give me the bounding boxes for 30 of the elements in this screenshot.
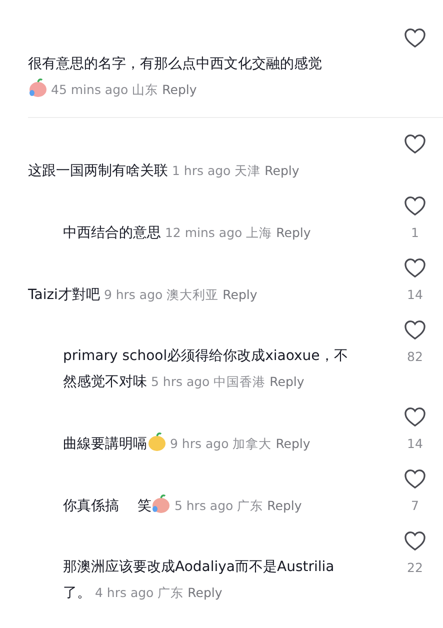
reply-link[interactable]: Reply	[270, 374, 304, 389]
comment-text: 这跟一国两制有啥关联 1 hrs ago 天津 Reply	[28, 163, 300, 179]
reply-link[interactable]: Reply	[222, 287, 258, 302]
like-heart-icon[interactable]	[404, 196, 426, 216]
like-heart-icon[interactable]	[404, 320, 426, 340]
comment-text: primary school必须得给你改成xiaoxue，不然感觉不对味 5 hrs ago 中国香港 Reply	[63, 348, 348, 390]
like-count: 82	[407, 348, 423, 366]
like-heart-icon[interactable]	[404, 134, 426, 154]
reply-link[interactable]: Reply	[188, 585, 222, 600]
like-count: 1	[411, 224, 419, 242]
like-count: 7	[411, 497, 419, 515]
like-count: 14	[407, 435, 423, 453]
reply-link[interactable]: Reply	[267, 498, 302, 513]
reply-link[interactable]: Reply	[276, 225, 311, 240]
reply-link[interactable]: Reply	[162, 82, 197, 97]
comment-text: 曲線要講明嗝 9 hrs ago 加拿大 Reply	[63, 436, 310, 452]
like-heart-icon[interactable]	[404, 469, 426, 489]
like-heart-icon[interactable]	[404, 28, 426, 48]
like-heart-icon[interactable]	[404, 258, 426, 278]
like-count: 22	[407, 559, 423, 577]
like-heart-icon[interactable]	[404, 407, 426, 427]
comment-text: 那澳洲应该要改成Aodaliya而不是Austrilia了。 4 hrs ago 广东 Reply	[63, 559, 334, 601]
reply-link[interactable]: Reply	[276, 436, 310, 451]
like-count: 14	[407, 286, 423, 304]
comment-text: 很有意思的名字，有那么点中西文化交融的感觉 45 mins ago 山东 Reply	[28, 56, 322, 98]
comment-text: 你真係搞 笑 5 hrs ago 广东 Reply	[63, 498, 302, 514]
reply-link[interactable]: Reply	[264, 163, 300, 178]
like-heart-icon[interactable]	[404, 531, 426, 551]
comment-text: Taizi才對吧 9 hrs ago 澳大利亚 Reply	[28, 287, 258, 303]
comment-text: 中西结合的意思 12 mins ago 上海 Reply	[63, 225, 311, 241]
